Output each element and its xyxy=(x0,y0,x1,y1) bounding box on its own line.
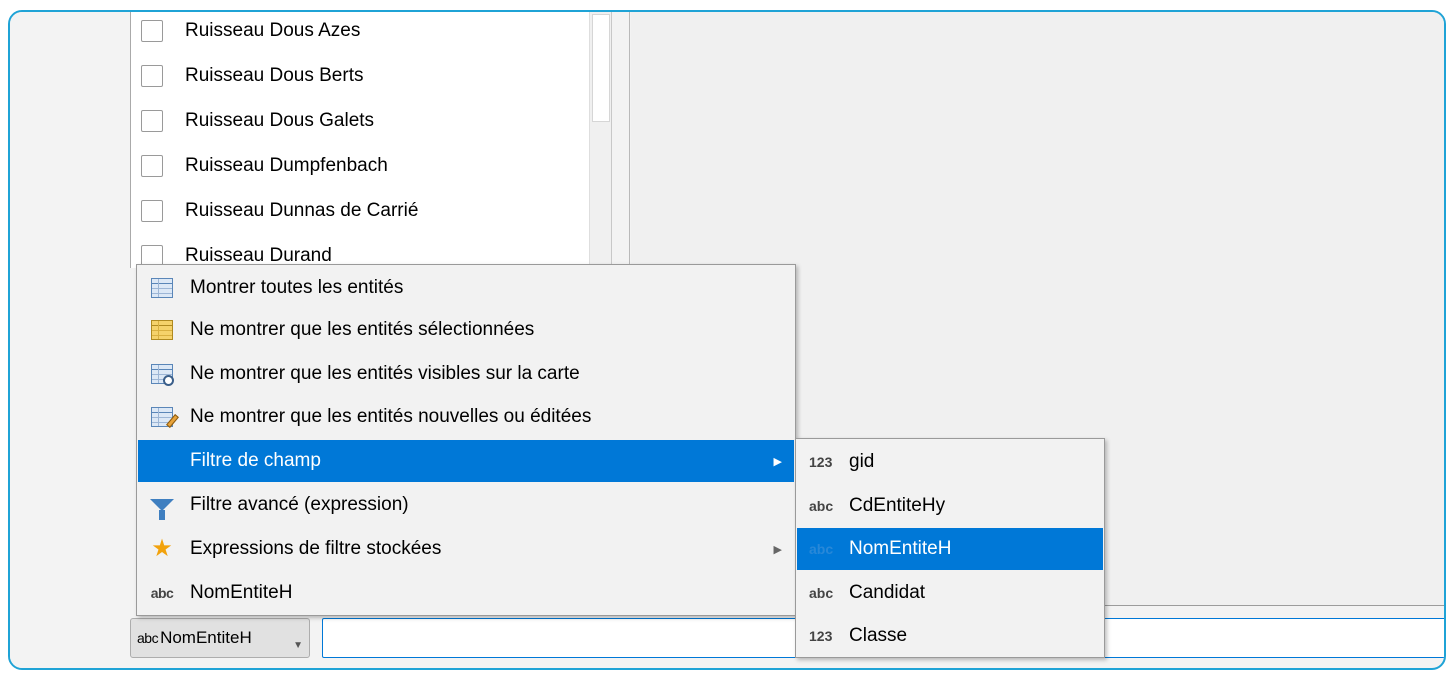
submenu-item-label: NomEntiteH xyxy=(849,538,952,559)
menu-item-label: Filtre de champ xyxy=(190,450,321,471)
text-field-icon: abc xyxy=(150,585,174,601)
checkbox[interactable] xyxy=(141,65,163,87)
menu-item-current-field[interactable]: abc NomEntiteH xyxy=(138,572,794,614)
menu-item-show-all[interactable]: Montrer toutes les entités xyxy=(138,267,794,309)
submenu-item-label: Candidat xyxy=(849,582,926,603)
edited-table-icon xyxy=(150,406,179,428)
checkbox[interactable] xyxy=(141,200,163,222)
list-item[interactable]: Ruisseau Dous Berts xyxy=(131,53,591,99)
checkbox[interactable] xyxy=(141,155,163,177)
text-field-icon: abc xyxy=(809,585,834,601)
chevron-right-icon: ▶ xyxy=(773,543,782,556)
funnel-icon xyxy=(150,494,174,520)
feature-list-panel[interactable]: Ruisseau Dous Azes Ruisseau Dous Berts R… xyxy=(130,12,612,268)
submenu-item-gid[interactable]: 123 gid xyxy=(797,441,1103,483)
menu-item-label: Ne montrer que les entités sélectionnées xyxy=(190,319,535,340)
submenu-item-label: CdEntiteHy xyxy=(849,495,946,516)
submenu-item-classe[interactable]: 123 Classe xyxy=(797,615,1103,657)
menu-item-label: Ne montrer que les entités nouvelles ou … xyxy=(190,406,592,427)
list-item[interactable]: Ruisseau Dous Galets xyxy=(131,98,591,144)
menu-item-label: Montrer toutes les entités xyxy=(190,277,404,298)
menu-item-stored-expressions[interactable]: ★ Expressions de filtre stockées ▶ xyxy=(138,528,794,570)
filter-context-menu: Montrer toutes les entités Ne montrer qu… xyxy=(136,264,796,616)
number-field-icon: 123 xyxy=(809,454,833,470)
checkbox[interactable] xyxy=(141,20,163,42)
list-item[interactable]: Ruisseau Dumpfenbach xyxy=(131,143,591,189)
selected-table-icon xyxy=(150,319,174,341)
chevron-down-icon[interactable]: ▼ xyxy=(293,640,303,651)
number-field-icon: 123 xyxy=(809,628,833,644)
text-field-icon: abc xyxy=(809,541,834,557)
list-item-label: Ruisseau Dunnas de Carrié xyxy=(185,200,419,221)
submenu-item-label: Classe xyxy=(849,625,908,646)
list-item[interactable]: Ruisseau Dunnas de Carrié xyxy=(131,188,591,234)
list-item-label: Ruisseau Dumpfenbach xyxy=(185,155,388,176)
submenu-item-nomentiteh[interactable]: abc NomEntiteH xyxy=(797,528,1103,570)
visible-table-icon xyxy=(150,363,174,386)
field-combo-value: NomEntiteH xyxy=(160,628,252,647)
scrollbar-thumb[interactable] xyxy=(592,14,610,122)
menu-item-show-edited[interactable]: Ne montrer que les entités nouvelles ou … xyxy=(138,396,794,438)
menu-item-show-visible[interactable]: Ne montrer que les entités visibles sur … xyxy=(138,353,794,395)
list-item-label: Ruisseau Dous Galets xyxy=(185,110,375,131)
checkbox[interactable] xyxy=(141,110,163,132)
field-filter-combo[interactable]: abc NomEntiteH ▼ xyxy=(130,618,310,658)
list-item-label: Ruisseau Dous Berts xyxy=(185,65,364,86)
menu-item-show-selected[interactable]: Ne montrer que les entités sélectionnées xyxy=(138,309,794,351)
menu-item-label: NomEntiteH xyxy=(190,582,293,603)
list-item-label: Ruisseau Dous Azes xyxy=(185,20,361,41)
chevron-right-icon: ▶ xyxy=(773,455,782,468)
submenu-item-cdentitehy[interactable]: abc CdEntiteHy xyxy=(797,485,1103,527)
vertical-scrollbar[interactable] xyxy=(589,12,611,268)
text-field-icon: abc xyxy=(809,498,834,514)
menu-item-label: Filtre avancé (expression) xyxy=(190,494,409,515)
field-submenu: 123 gid abc CdEntiteHy abc NomEntiteH ab… xyxy=(795,438,1105,658)
menu-item-field-filter[interactable]: Filtre de champ ▶ xyxy=(138,440,794,482)
menu-item-label: Ne montrer que les entités visibles sur … xyxy=(190,363,580,384)
submenu-item-label: gid xyxy=(849,451,875,472)
menu-item-label: Expressions de filtre stockées xyxy=(190,538,442,559)
left-gutter xyxy=(10,12,98,668)
text-field-icon: abc xyxy=(137,630,159,646)
submenu-item-candidat[interactable]: abc Candidat xyxy=(797,572,1103,614)
list-item[interactable]: Ruisseau Dous Azes xyxy=(131,12,591,54)
menu-item-advanced-filter[interactable]: Filtre avancé (expression) xyxy=(138,484,794,526)
star-icon: ★ xyxy=(151,535,173,562)
table-icon xyxy=(150,277,174,299)
